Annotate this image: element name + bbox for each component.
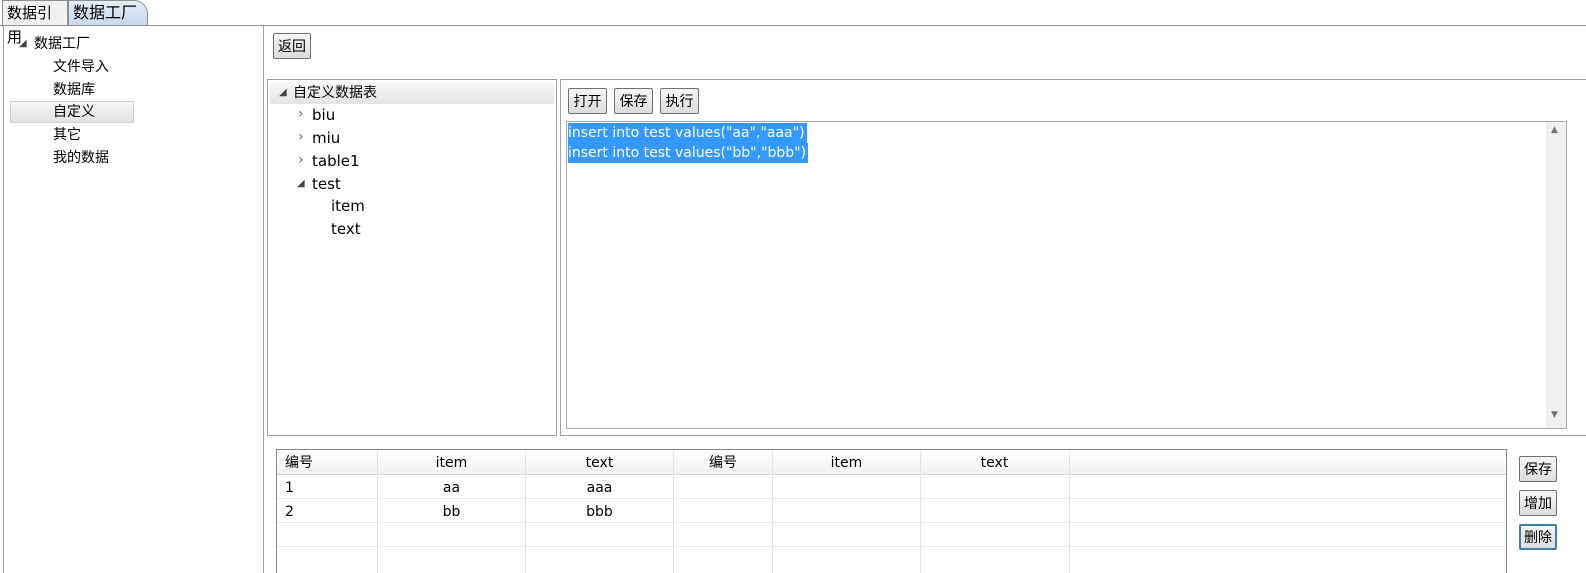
grid-header-item[interactable]: item — [378, 451, 525, 475]
nav-item-file-import[interactable]: 文件导入 — [53, 56, 109, 78]
grid-column-divider — [920, 450, 921, 573]
save-sql-button[interactable]: 保存 — [614, 88, 653, 114]
grid-header-id-2[interactable]: 编号 — [674, 451, 772, 475]
nav-item-my-data[interactable]: 我的数据 — [53, 147, 109, 169]
table-row-1-id[interactable]: 1 — [285, 476, 375, 500]
grid-header-text-2[interactable]: text — [921, 451, 1068, 475]
editor-scrollbar[interactable] — [1546, 122, 1566, 428]
column-item-item[interactable]: item — [331, 195, 365, 217]
grid-add-button[interactable]: 增加 — [1519, 490, 1557, 516]
sql-line-2[interactable]: insert into test values("bb","bbb") — [568, 143, 809, 163]
scroll-up-icon[interactable]: ▲ — [1551, 125, 1558, 135]
table-row-1-item[interactable]: aa — [378, 476, 525, 500]
sql-editor[interactable] — [566, 121, 1567, 429]
table-item-miu[interactable]: miu — [312, 127, 340, 149]
grid-delete-button[interactable]: 删除 — [1519, 524, 1557, 550]
table-row-2-text[interactable]: bbb — [526, 500, 673, 524]
chevron-right-icon[interactable]: › — [298, 129, 304, 145]
grid-column-divider — [1069, 450, 1070, 573]
tab-strip — [0, 0, 1586, 26]
grid-row-divider — [277, 546, 1506, 547]
tab-data-factory[interactable]: 数据工厂 — [68, 0, 148, 25]
expanded-triangle-icon[interactable]: ◢ — [19, 38, 27, 49]
grid-header-text[interactable]: text — [526, 451, 673, 475]
nav-item-database[interactable]: 数据库 — [53, 79, 95, 101]
grid-save-button[interactable]: 保存 — [1519, 456, 1557, 482]
chevron-right-icon[interactable]: › — [298, 106, 304, 122]
table-item-biu[interactable]: biu — [312, 104, 335, 126]
table-item-test[interactable]: test — [312, 173, 341, 195]
table-item-table1[interactable]: table1 — [312, 150, 360, 172]
sql-line-1[interactable]: insert into test values("aa","aaa") — [568, 123, 807, 143]
grid-column-divider — [772, 450, 773, 573]
table-row-1-text[interactable]: aaa — [526, 476, 673, 500]
grid-header-id[interactable]: 编号 — [285, 451, 375, 475]
nav-root-data-factory[interactable]: 数据工厂 — [34, 33, 90, 55]
scroll-down-icon[interactable]: ▼ — [1551, 410, 1558, 420]
grid-column-divider — [673, 450, 674, 573]
expanded-triangle-icon[interactable]: ◢ — [279, 87, 287, 98]
nav-item-custom[interactable]: 自定义 — [53, 101, 95, 123]
execute-button[interactable]: 执行 — [660, 88, 699, 114]
column-item-text[interactable]: text — [331, 218, 361, 240]
table-row-2-item[interactable]: bb — [378, 500, 525, 524]
table-row-2-id[interactable]: 2 — [285, 500, 375, 524]
table-tree-root[interactable]: 自定义数据表 — [293, 82, 377, 104]
grid-header-item-2[interactable]: item — [773, 451, 920, 475]
expanded-triangle-icon[interactable]: ◢ — [297, 178, 305, 189]
tab-data-reference[interactable]: 数据引用 — [2, 0, 68, 46]
back-button[interactable]: 返回 — [273, 33, 311, 59]
table-tree-panel — [267, 79, 557, 436]
chevron-right-icon[interactable]: › — [298, 152, 304, 168]
open-button[interactable]: 打开 — [568, 88, 607, 114]
nav-item-other[interactable]: 其它 — [53, 124, 81, 146]
